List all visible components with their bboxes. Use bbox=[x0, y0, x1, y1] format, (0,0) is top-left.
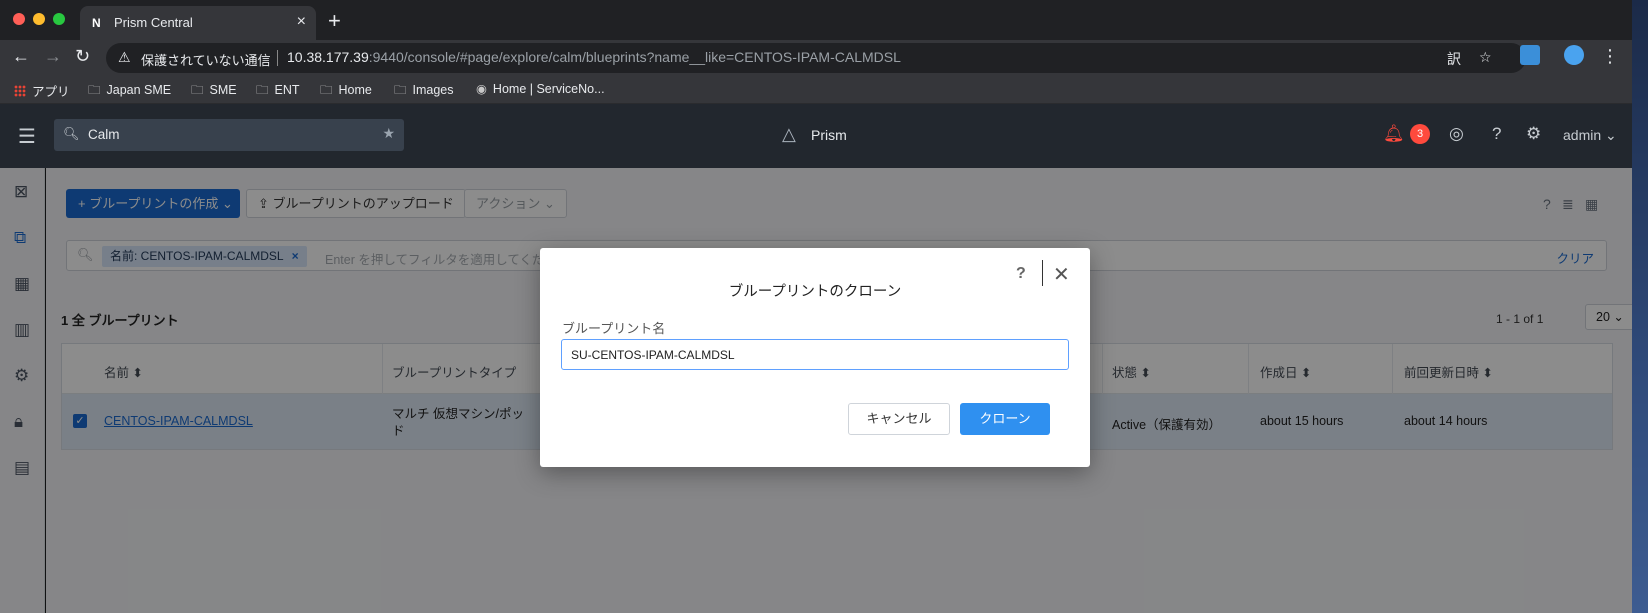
url-text: 10.38.177.39:9440/console/#page/explore/… bbox=[287, 49, 901, 65]
search-icon: 🔍︎ bbox=[63, 126, 80, 141]
folder-icon: 🗀 bbox=[320, 83, 333, 97]
browser-tab[interactable]: N Prism Central × bbox=[80, 6, 316, 40]
clone-button[interactable]: クローン bbox=[960, 403, 1050, 435]
folder-icon: 🗀 bbox=[88, 83, 101, 97]
app-search-bar[interactable]: 🔍︎ Calm ★ bbox=[54, 119, 404, 151]
warning-icon: ⚠ bbox=[118, 49, 131, 65]
bookmark-apps[interactable]: アプリ bbox=[14, 81, 70, 100]
bookmark-folder[interactable]: 🗀 SME bbox=[191, 81, 237, 102]
folder-icon: 🗀 bbox=[394, 83, 407, 97]
close-window-button[interactable] bbox=[13, 13, 25, 25]
user-menu[interactable]: admin ⌄ bbox=[1563, 127, 1617, 144]
folder-icon: 🗀 bbox=[191, 83, 204, 97]
back-icon[interactable]: ← bbox=[12, 46, 30, 67]
favorite-star-icon[interactable]: ★ bbox=[382, 125, 395, 142]
settings-gear-icon[interactable]: ⚙ bbox=[1526, 124, 1541, 144]
security-label: 保護されていない通信 bbox=[141, 53, 271, 68]
help-icon[interactable]: ? bbox=[1016, 265, 1026, 283]
reload-icon[interactable]: ↻ bbox=[75, 46, 90, 67]
clone-blueprint-dialog: ブループリントのクローン ? ✕ ブループリント名 キャンセル クローン bbox=[540, 248, 1090, 467]
bookmark-folder[interactable]: 🗀 Images bbox=[394, 81, 454, 102]
alerts-bell-icon[interactable]: 🔔︎ bbox=[1383, 124, 1405, 144]
extension-icon[interactable] bbox=[1520, 45, 1540, 65]
translate-icon[interactable]: 訳 bbox=[1447, 49, 1461, 69]
search-value: Calm bbox=[88, 127, 120, 142]
bookmark-star-icon[interactable]: ☆ bbox=[1479, 49, 1492, 66]
address-divider bbox=[277, 50, 278, 66]
servicenow-icon: ◉ bbox=[476, 82, 487, 96]
prism-logo-icon: △ bbox=[782, 124, 796, 144]
app-header: ☰ 🔍︎ Calm ★ △ Prism 🔔︎ 3 ◎ ? ⚙ admin ⌄ bbox=[0, 104, 1632, 168]
help-icon[interactable]: ? bbox=[1492, 124, 1501, 144]
bookmark-folder[interactable]: 🗀 Home bbox=[320, 81, 372, 102]
profile-avatar[interactable] bbox=[1564, 45, 1584, 65]
hamburger-menu-icon[interactable]: ☰ bbox=[18, 124, 36, 149]
bookmark-folder[interactable]: 🗀 ENT bbox=[256, 81, 300, 102]
blueprint-name-input[interactable] bbox=[561, 339, 1069, 370]
dialog-header-divider bbox=[1042, 260, 1043, 286]
nutanix-favicon-icon: N bbox=[92, 16, 101, 30]
apps-grid-icon bbox=[14, 85, 26, 97]
dialog-title: ブループリントのクローン bbox=[728, 284, 902, 300]
alert-count-badge[interactable]: 3 bbox=[1410, 124, 1430, 144]
forward-icon[interactable]: → bbox=[44, 46, 62, 67]
bookmark-folder[interactable]: 🗀 Japan SME bbox=[88, 81, 171, 102]
tasks-circle-icon[interactable]: ◎ bbox=[1449, 124, 1464, 144]
maximize-window-button[interactable] bbox=[53, 13, 65, 25]
bookmark-servicenow[interactable]: ◉ Home | ServiceNo... bbox=[476, 81, 605, 96]
browser-toolbar: ← → ↻ ⚠ 保護されていない通信 10.38.177.39:9440/con… bbox=[0, 40, 1632, 76]
close-tab-icon[interactable]: × bbox=[297, 13, 306, 31]
desktop-background bbox=[1632, 0, 1648, 613]
blueprint-name-label: ブループリント名 bbox=[562, 321, 666, 336]
cancel-button[interactable]: キャンセル bbox=[848, 403, 950, 435]
menu-kebab-icon[interactable]: ⋮ bbox=[1601, 46, 1619, 67]
new-tab-icon[interactable]: + bbox=[328, 8, 341, 34]
browser-window: N Prism Central × + ← → ↻ ⚠ 保護されていない通信 1… bbox=[0, 0, 1632, 613]
close-icon[interactable]: ✕ bbox=[1053, 262, 1070, 287]
bookmarks-bar: アプリ 🗀 Japan SME 🗀 SME 🗀 ENT 🗀 Home 🗀 Images ◉… bbox=[0, 76, 1632, 104]
minimize-window-button[interactable] bbox=[33, 13, 45, 25]
folder-icon: 🗀 bbox=[256, 83, 269, 97]
tab-title: Prism Central bbox=[114, 15, 193, 30]
app-title: Prism bbox=[811, 127, 847, 143]
address-bar[interactable]: ⚠ 保護されていない通信 10.38.177.39:9440/console/#… bbox=[106, 43, 1526, 73]
tab-bar: N Prism Central × + bbox=[0, 0, 1632, 40]
